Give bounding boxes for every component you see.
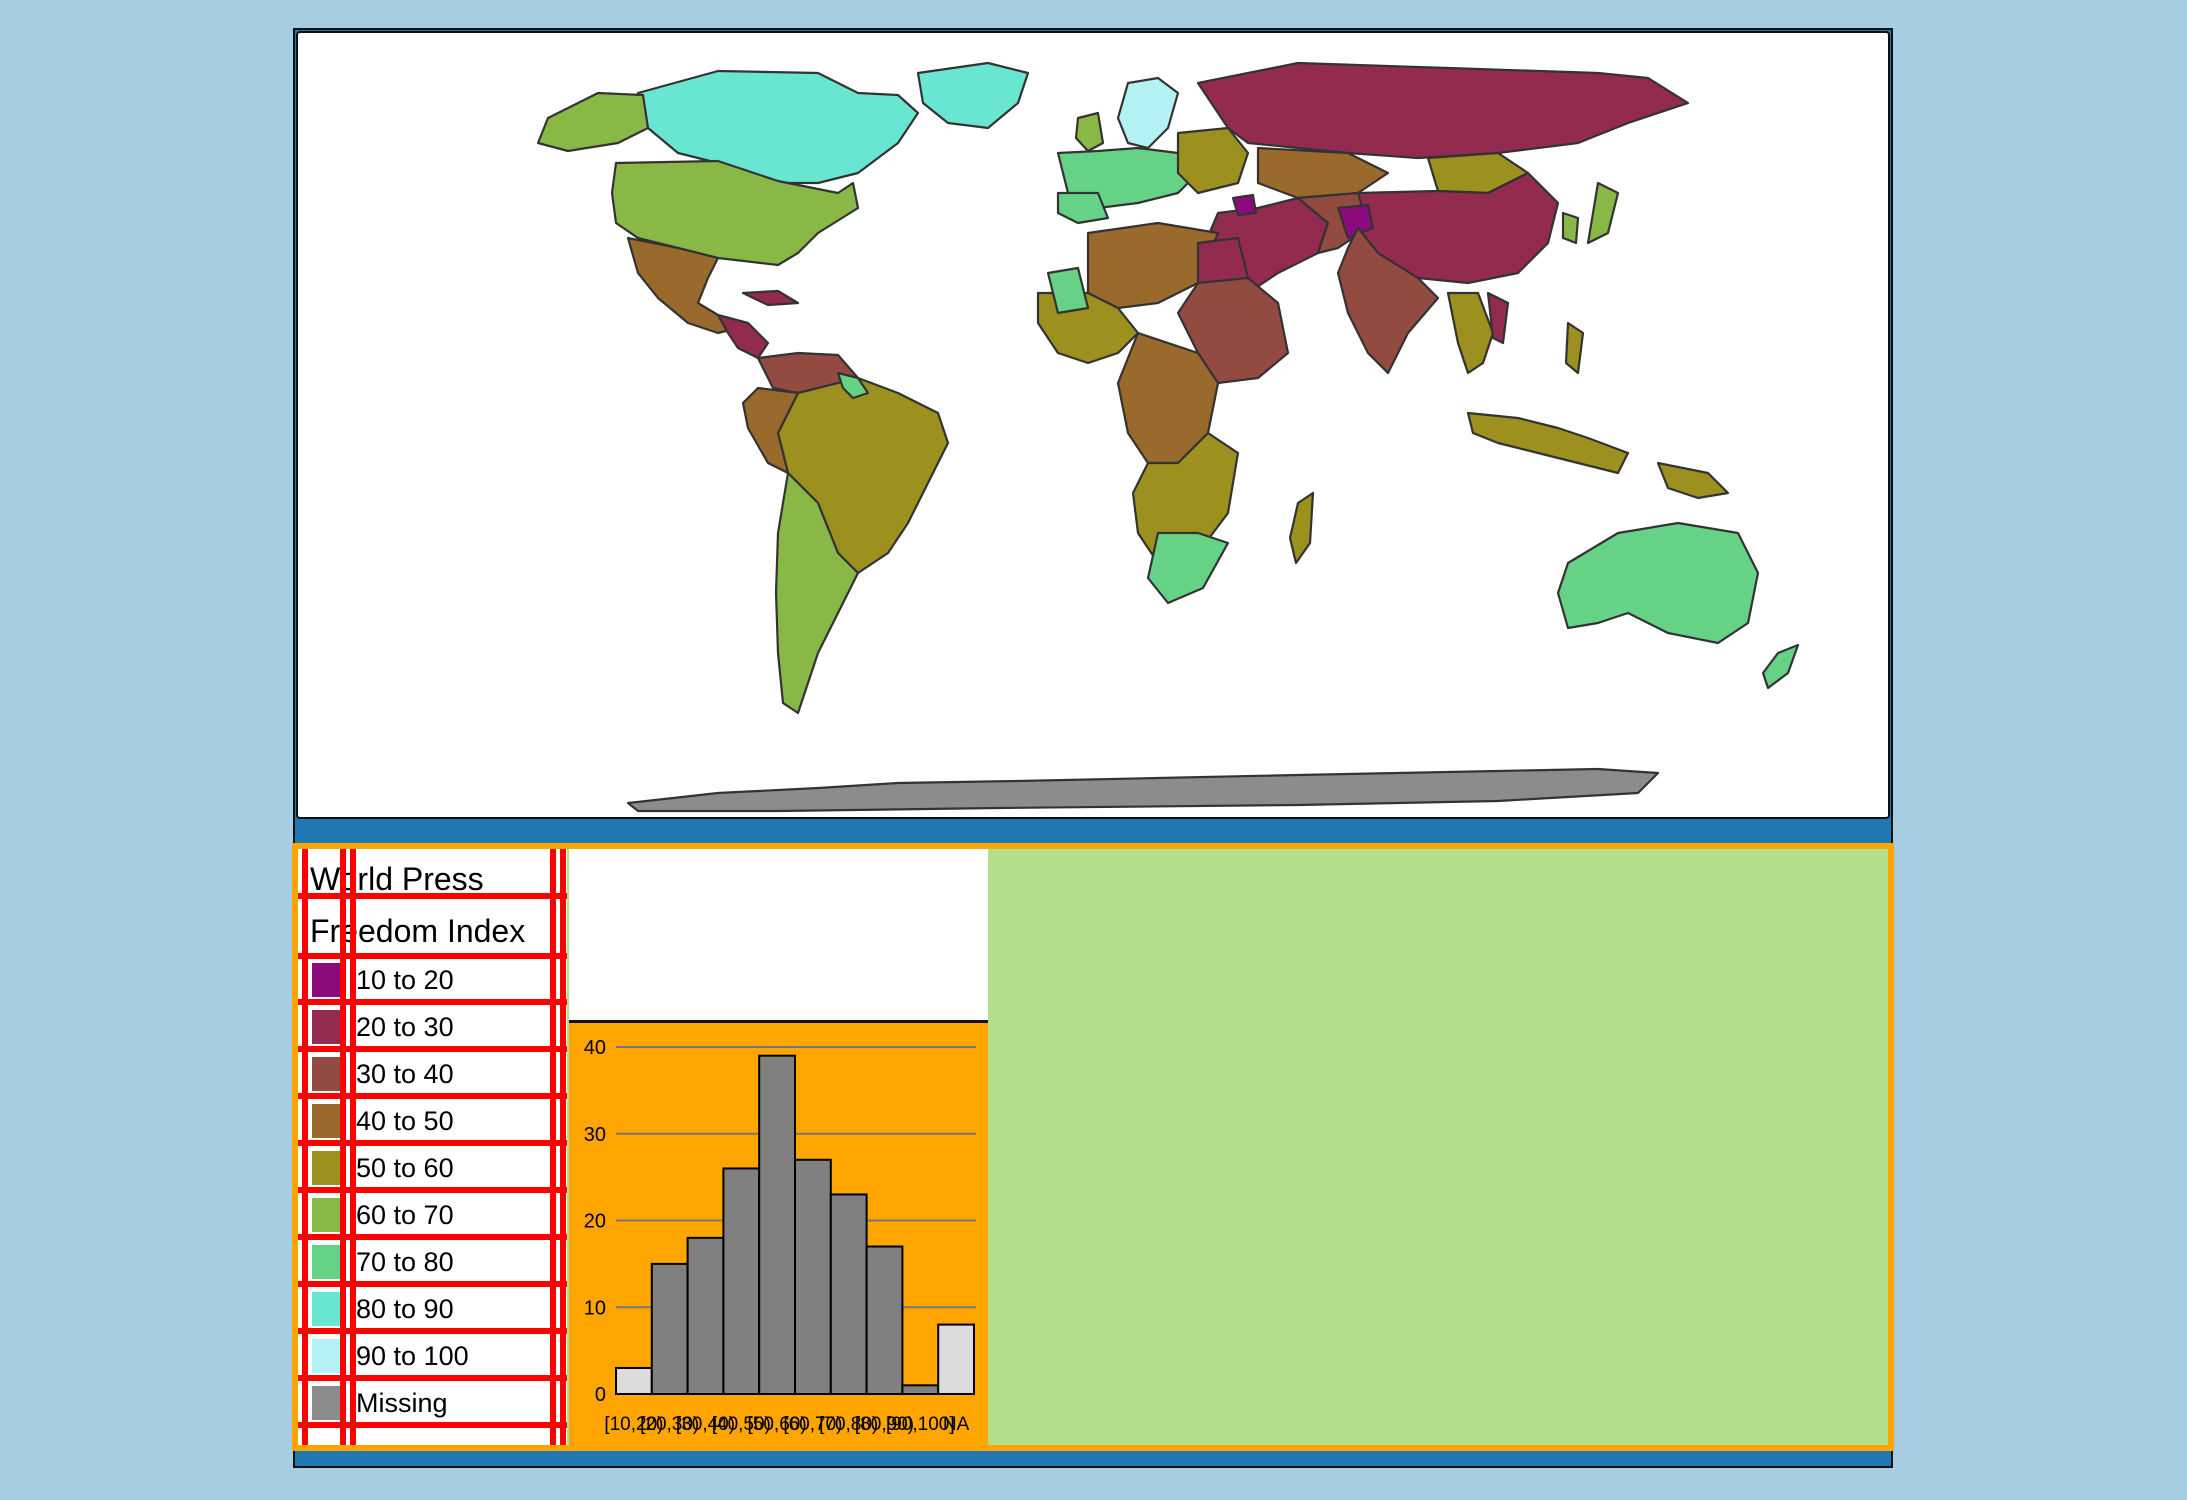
y-tick-label: 0 — [595, 1384, 606, 1406]
legend-panel: World Press Freedom Index 10 to 20 20 to … — [292, 843, 1894, 1451]
map-frame: World Press Freedom Index 10 to 20 20 to … — [292, 28, 1894, 1468]
histogram-bar — [758, 1054, 796, 1396]
histogram-bar — [937, 1323, 976, 1396]
country-south-africa — [1146, 531, 1230, 605]
y-tick-label: 20 — [584, 1211, 606, 1233]
histogram: 010203040[10,20)[20,30)[30,40)[40,50)[50… — [584, 1037, 976, 1435]
country-indonesia — [1466, 411, 1630, 475]
country-eastern-europe — [1176, 126, 1250, 195]
country-papua — [1656, 461, 1730, 500]
country-uk — [1074, 111, 1105, 153]
guide-bar — [298, 1422, 567, 1428]
legend-label: Missing — [356, 1388, 448, 1418]
y-tick-label: 10 — [584, 1297, 606, 1319]
histogram-bar — [722, 1167, 761, 1396]
histogram-bar — [865, 1245, 904, 1395]
y-tick-label: 40 — [584, 1037, 606, 1059]
legend-label: 20 to 30 — [356, 1012, 454, 1042]
country-spain — [1056, 191, 1110, 225]
guide-bar — [298, 1046, 567, 1052]
guide-bar — [298, 1234, 567, 1240]
country-central-america — [716, 313, 770, 360]
guide-bar — [298, 999, 567, 1005]
guide-bar — [298, 1093, 567, 1099]
histogram-bar — [686, 1236, 725, 1395]
x-tick-label: NA — [943, 1414, 970, 1435]
legend-label: 40 to 50 — [356, 1106, 454, 1136]
country-australia — [1556, 521, 1760, 645]
histogram-panel: 0 10 20 30 40 [10,20) [20,30) [30,40) [40,50) [50… — [569, 849, 988, 1445]
country-greenland — [916, 61, 1030, 130]
legend-label: 50 to 60 — [356, 1153, 454, 1183]
guide-bar — [298, 1281, 567, 1287]
guide-line-4 — [550, 849, 556, 1445]
country-madagascar — [1288, 491, 1315, 565]
legend-label: 70 to 80 — [356, 1247, 454, 1277]
y-tick-label: 30 — [584, 1124, 606, 1146]
guide-bar — [298, 1140, 567, 1146]
country-korea — [1561, 211, 1580, 245]
world-map[interactable] — [296, 31, 1890, 819]
histogram-bar — [615, 1366, 653, 1395]
country-scandinavia — [1116, 76, 1180, 150]
histogram-bar — [650, 1262, 689, 1395]
histogram-bar — [901, 1384, 940, 1396]
guide-line-2 — [340, 849, 346, 1445]
country-alaska — [536, 91, 650, 153]
antarctica — [626, 767, 1660, 813]
empty-panel-area — [988, 849, 1888, 1445]
country-philippines — [1564, 321, 1585, 375]
histogram-bar — [829, 1193, 868, 1395]
guide-bar-title-1 — [298, 893, 567, 899]
legend: World Press Freedom Index 10 to 20 20 to … — [298, 849, 567, 1445]
country-russia — [1196, 61, 1690, 160]
guide-bar — [298, 1375, 567, 1381]
legend-label: 10 to 20 — [356, 965, 454, 995]
legend-label: 30 to 40 — [356, 1059, 454, 1089]
guide-bar — [298, 1328, 567, 1334]
country-cuba — [741, 289, 800, 307]
guide-line-5 — [560, 849, 566, 1445]
guide-line-1 — [302, 849, 308, 1445]
guide-bar — [298, 1187, 567, 1193]
legend-label: 90 to 100 — [356, 1341, 469, 1371]
country-japan — [1586, 181, 1620, 245]
country-southeast-asia — [1446, 291, 1495, 375]
legend-label: 80 to 90 — [356, 1294, 454, 1324]
histogram-bar — [794, 1158, 832, 1395]
world-map-canvas — [536, 61, 1800, 813]
country-syria — [1231, 193, 1258, 217]
guide-line-3 — [350, 849, 356, 1445]
legend-label: 60 to 70 — [356, 1200, 454, 1230]
guide-bar-title-2 — [298, 953, 567, 959]
country-new-zealand — [1761, 643, 1800, 690]
